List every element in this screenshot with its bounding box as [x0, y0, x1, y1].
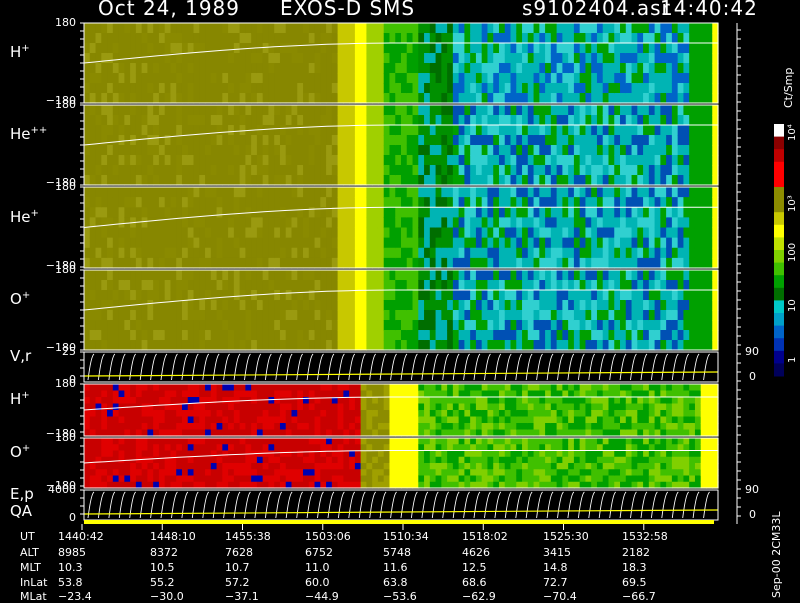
right-tick-bottom: 0 — [749, 508, 756, 521]
panel-label-sup: + — [21, 390, 29, 401]
ephemeris-value: −70.4 — [543, 590, 577, 603]
footer-note: Sep-00 2CM33L — [770, 512, 783, 599]
y-tick-top: 180 — [30, 180, 76, 193]
spectrogram-chart — [0, 0, 800, 600]
ephemeris-label: UT — [20, 530, 35, 543]
panel-label-base: V,r — [10, 347, 31, 365]
ephemeris-value: −44.9 — [305, 590, 339, 603]
ephemeris-value: 1532:58 — [622, 530, 668, 543]
panel-3-heatmap — [84, 270, 719, 351]
ephemeris-value: −62.9 — [462, 590, 496, 603]
colorbar-tick: 100 — [787, 243, 798, 262]
ephemeris-value: 55.2 — [150, 576, 175, 589]
colorbar-units: Ct/Smp — [782, 68, 795, 108]
ephemeris-value: 18.3 — [622, 561, 647, 574]
panel-5-heatmap — [84, 384, 719, 437]
ephemeris-value: 11.6 — [383, 561, 408, 574]
ephemeris-value: 5748 — [383, 546, 411, 559]
panel-2-heatmap — [84, 187, 719, 269]
right-tick-bottom: 0 — [749, 370, 756, 383]
ephemeris-value: −37.1 — [225, 590, 259, 603]
ephemeris-value: 6752 — [305, 546, 333, 559]
y-tick-top: 180 — [30, 263, 76, 276]
colorbar-tick: 1 — [787, 356, 798, 362]
panel-label-base: He — [10, 125, 31, 143]
ephemeris-value: 72.7 — [543, 576, 568, 589]
panel-label-2: QA — [10, 502, 32, 520]
panel-label: O+ — [10, 290, 30, 308]
ephemeris-label: InLat — [20, 576, 47, 589]
ephemeris-value: −30.0 — [150, 590, 184, 603]
y-tick-top: 25 — [30, 345, 76, 358]
ephemeris-value: 1518:02 — [462, 530, 508, 543]
ephemeris-value: 1455:38 — [225, 530, 271, 543]
panel-7-yellow-line — [84, 510, 718, 514]
ephemeris-value: 12.5 — [462, 561, 487, 574]
ephemeris-value: 1510:34 — [383, 530, 429, 543]
ephemeris-value: −53.6 — [383, 590, 417, 603]
ephemeris-value: 14.8 — [543, 561, 568, 574]
panel-7-lines — [88, 492, 710, 518]
ephemeris-label: MLat — [20, 590, 47, 603]
panel-label-sup: + — [31, 208, 39, 219]
ephemeris-value: 2182 — [622, 546, 650, 559]
ephemeris-value: 8372 — [150, 546, 178, 559]
panel-label-sup: + — [22, 443, 30, 454]
ephemeris-value: 1503:06 — [305, 530, 351, 543]
ephemeris-label: MLT — [20, 561, 41, 574]
panel-label-base: H — [10, 43, 21, 61]
right-tick-top: 90 — [745, 483, 759, 496]
panel-1-heatmap — [84, 105, 719, 186]
ephemeris-value: 57.2 — [225, 576, 250, 589]
ephemeris-value: 10.5 — [150, 561, 175, 574]
ephemeris-value: 1525:30 — [543, 530, 589, 543]
panel-label: He++ — [10, 125, 47, 143]
panel-0-heatmap — [84, 23, 719, 104]
ephemeris-value: 10.7 — [225, 561, 250, 574]
panel-label-base: O — [10, 443, 22, 461]
y-tick-top: 180 — [30, 16, 76, 29]
ephemeris-value: 53.8 — [58, 576, 83, 589]
y-tick-top: 180 — [30, 98, 76, 111]
panel-4-lines — [88, 354, 710, 380]
panel-label: H+ — [10, 43, 30, 61]
ephemeris-value: 11.0 — [305, 561, 330, 574]
ephemeris-value: 8985 — [58, 546, 86, 559]
panel-label-sup: + — [22, 290, 30, 301]
ephemeris-value: −66.7 — [622, 590, 656, 603]
ephemeris-value: 3415 — [543, 546, 571, 559]
ephemeris-value: 63.8 — [383, 576, 408, 589]
ephemeris-value: 7628 — [225, 546, 253, 559]
colorbar-tick: 10³ — [787, 195, 798, 212]
ephemeris-value: 68.6 — [462, 576, 487, 589]
panel-label: He+ — [10, 208, 39, 226]
ephemeris-value: 4626 — [462, 546, 490, 559]
colorbar-tick: 10⁴ — [787, 124, 798, 141]
panel-label: V,r — [10, 347, 31, 365]
ephemeris-value: −23.4 — [58, 590, 92, 603]
ephemeris-value: 1440:42 — [58, 530, 104, 543]
y-tick-top: 4000 — [30, 483, 76, 496]
ephemeris-value: 69.5 — [622, 576, 647, 589]
panel-label-base: H — [10, 390, 21, 408]
ephemeris-value: 60.0 — [305, 576, 330, 589]
panel-label: O+ — [10, 443, 30, 461]
qa-strip — [84, 520, 714, 524]
panel-label: H+ — [10, 390, 30, 408]
y-tick-top: 180 — [30, 377, 76, 390]
colorbar — [774, 124, 784, 377]
ephemeris-value: 10.3 — [58, 561, 83, 574]
panel-4-yellow-line — [84, 372, 718, 376]
panel-label-base: O — [10, 290, 22, 308]
y-tick-top: 180 — [30, 431, 76, 444]
ephemeris-label: ALT — [20, 546, 39, 559]
y-tick-bottom: 0 — [30, 511, 76, 524]
right-tick-top: 90 — [745, 345, 759, 358]
ephemeris-value: 1448:10 — [150, 530, 196, 543]
colorbar-tick: 10 — [787, 300, 798, 313]
panel-label-sup: ++ — [31, 125, 48, 136]
panel-label-base: He — [10, 208, 31, 226]
panel-label-sup: + — [21, 43, 29, 54]
panel-6-heatmap — [84, 438, 719, 489]
